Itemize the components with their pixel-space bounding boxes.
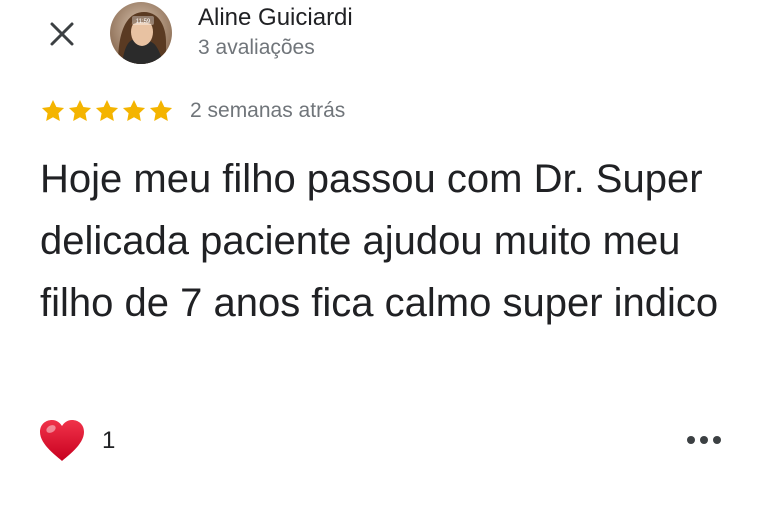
star-icon	[68, 99, 92, 121]
star-icon	[41, 99, 65, 121]
avatar[interactable]: 11:59	[110, 2, 172, 64]
review-page: 11:59 Aline Guiciardi 3 avaliações 2 sem…	[0, 0, 768, 512]
review-text: Hoje meu filho passou com Dr. Super deli…	[40, 157, 719, 325]
close-icon	[50, 22, 74, 46]
heart-icon	[40, 420, 84, 461]
author-name[interactable]: Aline Guiciardi	[198, 4, 353, 32]
avatar-photo: 11:59	[110, 2, 172, 64]
author-review-count: 3 avaliações	[198, 36, 315, 59]
close-button[interactable]	[44, 16, 80, 52]
star-rating	[40, 98, 174, 124]
reaction-count: 1	[102, 427, 116, 454]
star-icon	[149, 99, 173, 121]
like-button[interactable]: 1	[38, 418, 115, 464]
more-options-icon	[687, 436, 721, 444]
star-icon	[122, 99, 146, 121]
review-date: 2 semanas atrás	[190, 99, 346, 122]
avatar-time: 11:59	[136, 19, 151, 25]
rating-row: 2 semanas atrás	[40, 96, 345, 126]
star-icon	[95, 99, 119, 121]
more-options-button[interactable]	[680, 422, 728, 458]
